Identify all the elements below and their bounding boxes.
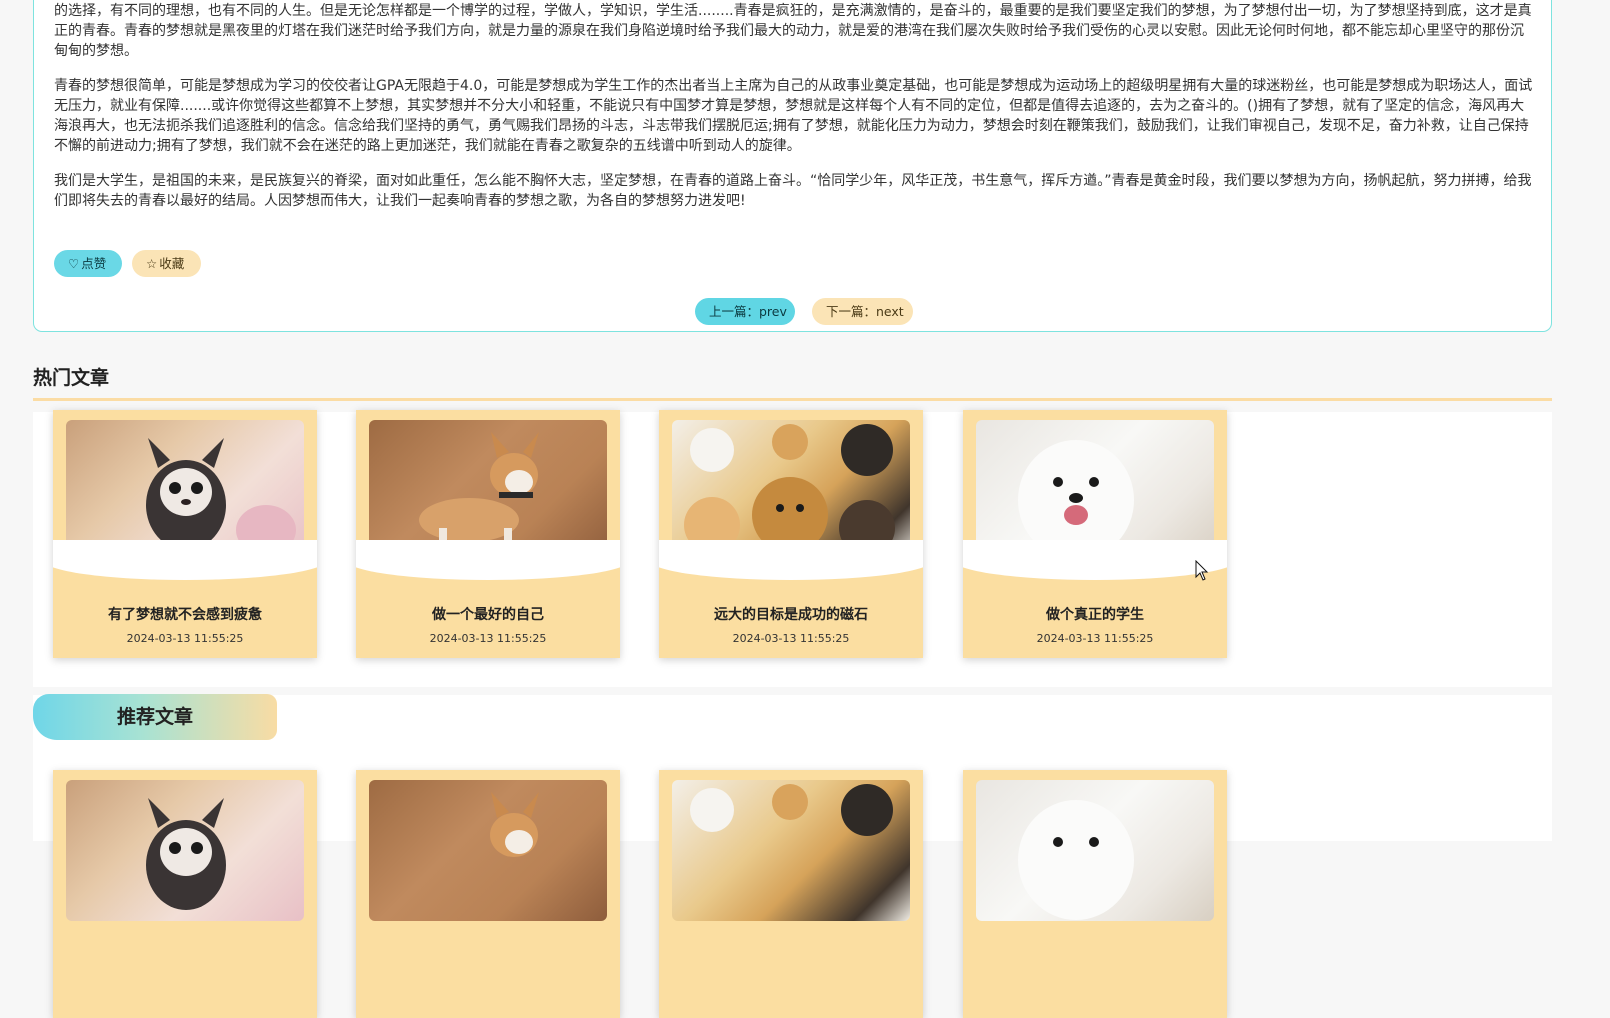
article-card[interactable]: 做个真正的学生 2024-03-13 11:55:25 [963, 410, 1227, 658]
recommended-article-card[interactable] [356, 770, 620, 1018]
article-card[interactable]: 有了梦想就不会感到疲惫 2024-03-13 11:55:25 [53, 410, 317, 658]
article-paragraph: 青春的梦想很简单，可能是梦想成为学习的佼佼者让GPA无限趋于4.0，可能是梦想成… [54, 78, 1533, 154]
favorite-button[interactable]: ☆ 收藏 [132, 250, 201, 277]
section-divider [33, 398, 1552, 401]
favorite-label: 收藏 [159, 256, 185, 271]
like-button[interactable]: ♡ 点赞 [54, 250, 122, 277]
article-thumbnail[interactable] [369, 780, 607, 921]
recommended-article-card[interactable] [963, 770, 1227, 1018]
article-thumbnail[interactable] [672, 780, 910, 921]
samoyed-photo [1018, 800, 1134, 920]
card-curve-decoration [963, 540, 1227, 580]
shiba-dog-photo [490, 792, 539, 857]
article-card-title[interactable]: 做一个最好的自己 [356, 604, 620, 624]
like-label: 点赞 [81, 256, 107, 271]
star-icon: ☆ [146, 256, 158, 271]
article-card[interactable]: 做一个最好的自己 2024-03-13 11:55:25 [356, 410, 620, 658]
recommended-articles-title: 推荐文章 [33, 694, 277, 740]
article-thumbnail[interactable] [66, 780, 304, 921]
article-thumbnail[interactable] [976, 780, 1214, 921]
article-body: 的选择，有不同的理想，也有不同的人生。但是无论怎样都是一个博学的过程，学做人，学… [54, 1, 1534, 226]
heart-icon: ♡ [68, 256, 80, 271]
chihuahua-photo [146, 798, 226, 910]
article-content-card: 的选择，有不同的理想，也有不同的人生。但是无论怎样都是一个博学的过程，学做人，学… [33, 0, 1552, 332]
cats-dogs-collage-photo [690, 784, 893, 836]
article-card-date: 2024-03-13 11:55:25 [126, 632, 244, 645]
article-card-date: 2024-03-13 11:55:25 [732, 632, 850, 645]
hot-articles-title: 热门文章 [33, 367, 110, 389]
article-card-title[interactable]: 有了梦想就不会感到疲惫 [53, 604, 317, 624]
next-article-button[interactable]: 下一篇：next [812, 298, 913, 325]
article-paragraph: 的选择，有不同的理想，也有不同的人生。但是无论怎样都是一个博学的过程，学做人，学… [54, 3, 1532, 59]
recommended-article-card[interactable] [659, 770, 923, 1018]
recommended-article-card[interactable] [53, 770, 317, 1018]
article-card-date: 2024-03-13 11:55:25 [1036, 632, 1154, 645]
article-card-date: 2024-03-13 11:55:25 [429, 632, 547, 645]
article-card-title[interactable]: 远大的目标是成功的磁石 [659, 604, 923, 624]
card-curve-decoration [659, 540, 923, 580]
article-card[interactable]: 远大的目标是成功的磁石 2024-03-13 11:55:25 [659, 410, 923, 658]
article-card-title[interactable]: 做个真正的学生 [963, 604, 1227, 624]
prev-article-button[interactable]: 上一篇：prev [695, 298, 795, 325]
mouse-cursor-icon [1195, 560, 1209, 581]
card-curve-decoration [53, 540, 317, 580]
article-paragraph: 我们是大学生，是祖国的未来，是民族复兴的脊梁，面对如此重任，怎么能不胸怀大志，坚… [54, 173, 1532, 209]
card-curve-decoration [356, 540, 620, 580]
